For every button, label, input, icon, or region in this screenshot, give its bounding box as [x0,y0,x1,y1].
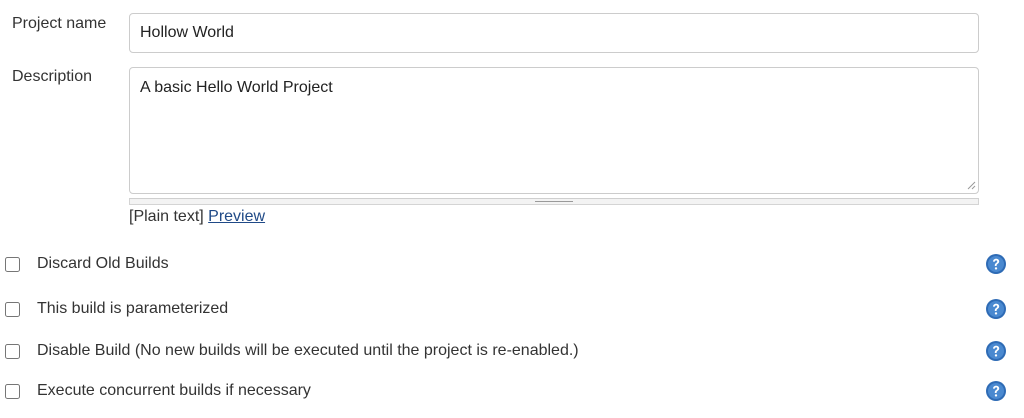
preview-link[interactable]: Preview [208,208,265,225]
project-name-label: Project name [12,15,107,32]
option-concurrent-builds: Execute concurrent builds if necessary [0,380,1024,404]
drag-handle [535,201,573,202]
textarea-drag-bar[interactable] [129,198,979,205]
description-textarea[interactable]: A basic Hello World Project [129,67,979,194]
option-parameterized: This build is parameterized [0,298,1024,322]
parameterized-checkbox[interactable] [5,302,20,317]
markup-hint: [Plain text] Preview [129,208,265,226]
help-icon[interactable] [985,380,1007,402]
description-label: Description [12,68,93,85]
option-label: This build is parameterized [37,300,229,317]
option-label: Discard Old Builds [37,255,169,272]
option-discard-old-builds: Discard Old Builds [0,253,1024,277]
discard-old-builds-checkbox[interactable] [5,257,20,272]
help-icon[interactable] [985,340,1007,362]
help-icon[interactable] [985,298,1007,320]
option-label: Disable Build (No new builds will be exe… [37,342,579,359]
option-disable-build: Disable Build (No new builds will be exe… [0,340,1024,364]
concurrent-builds-checkbox[interactable] [5,384,20,399]
project-name-input[interactable] [129,13,979,53]
help-icon[interactable] [985,253,1007,275]
resize-grip-icon[interactable] [966,180,976,190]
option-label: Execute concurrent builds if necessary [37,382,311,399]
markup-format-text: [Plain text] [129,208,204,225]
disable-build-checkbox[interactable] [5,344,20,359]
